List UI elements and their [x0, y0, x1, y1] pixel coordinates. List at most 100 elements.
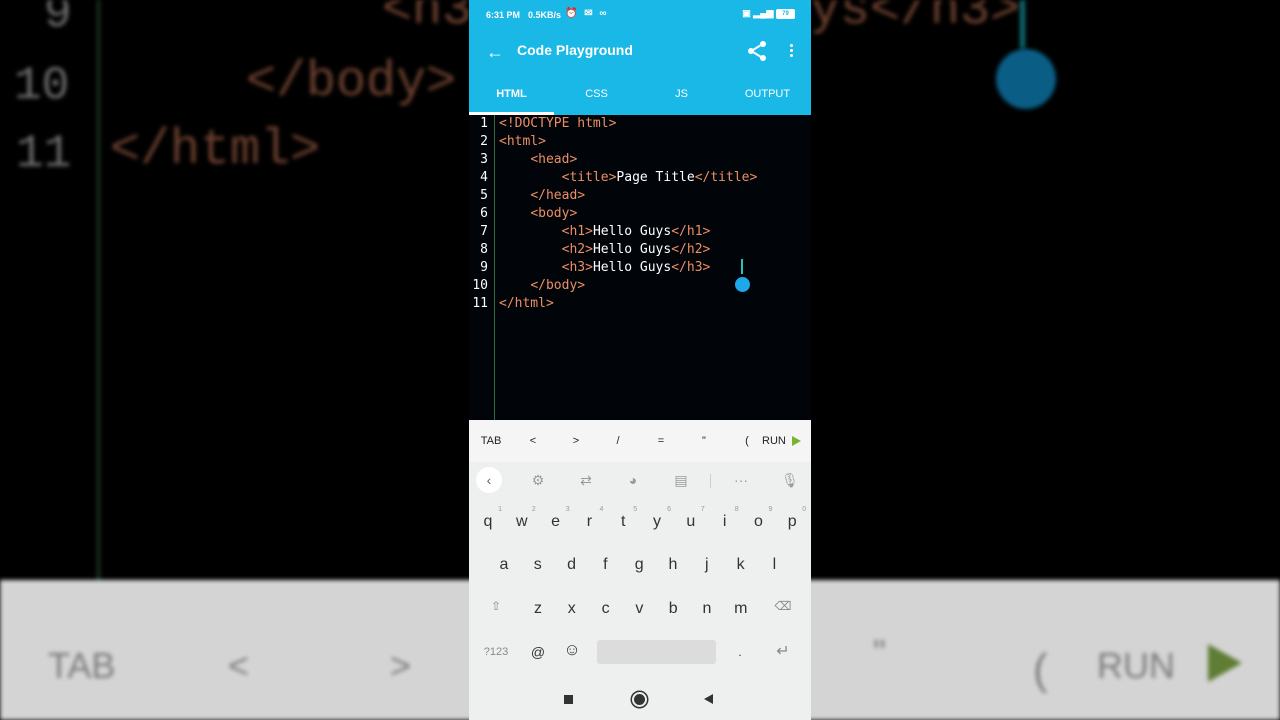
key-b[interactable]: b	[657, 589, 689, 629]
key-x[interactable]: x	[556, 589, 588, 629]
sim-icon: ▣	[742, 8, 751, 18]
back-button[interactable]: ←	[483, 40, 507, 64]
key-label: p	[787, 513, 797, 530]
key-hint: 8	[734, 506, 739, 513]
key-label: m	[734, 600, 748, 617]
less-than-key[interactable]: <	[523, 420, 543, 462]
key-hint: 1	[498, 506, 502, 513]
text-token: Hello Guys	[592, 242, 672, 257]
key-label: x	[567, 600, 576, 617]
key-m[interactable]: m	[725, 589, 757, 629]
tab-html[interactable]: HTML	[469, 74, 554, 115]
code-editor[interactable]: 1 <!DOCTYPE html> 2 <html> 3 <head> 4 <title>…	[469, 115, 811, 420]
slash-key[interactable]: /	[608, 420, 628, 462]
key-label: j	[705, 556, 709, 573]
text-token: Hello Guys	[592, 260, 672, 275]
key-q[interactable]: q1	[472, 502, 504, 542]
key-j[interactable]: j	[691, 545, 723, 585]
play-icon[interactable]	[792, 436, 801, 446]
greater-than-key[interactable]: >	[566, 420, 586, 462]
text-caret	[741, 259, 743, 274]
key-y[interactable]: y6	[641, 502, 673, 542]
quote-key[interactable]: "	[694, 420, 714, 462]
more-vert-icon-dot	[790, 49, 793, 52]
enter-key[interactable]: ↵	[767, 632, 799, 672]
at-key[interactable]: @	[522, 632, 554, 672]
key-s[interactable]: s	[522, 545, 554, 585]
key-c[interactable]: c	[590, 589, 622, 629]
tab-js[interactable]: JS	[639, 74, 724, 115]
home-button[interactable]	[632, 692, 647, 707]
key-label: o	[753, 513, 763, 530]
app-bar: ← Code Playground	[469, 30, 811, 74]
tab-output[interactable]: OUTPUT	[725, 74, 810, 115]
run-label: RUN	[762, 435, 786, 447]
shift-key[interactable]: ⇧	[480, 586, 512, 626]
key-u[interactable]: u7	[675, 502, 707, 542]
status-speed: 0.5KB/s	[528, 10, 562, 20]
key-k[interactable]: k	[725, 545, 757, 585]
more-horiz-icon[interactable]: ···	[730, 470, 752, 490]
line-number: 2	[480, 134, 488, 149]
html-tag-token: </h3>	[671, 260, 711, 275]
code-text: <h2>Hello Guys</h2>	[499, 241, 711, 259]
run-button[interactable]: RUN	[753, 420, 786, 462]
tab-css[interactable]: CSS	[554, 74, 639, 115]
equals-key[interactable]: =	[651, 420, 671, 462]
key-v[interactable]: v	[623, 589, 655, 629]
status-system-icons: ▣ ▂▄▆ 79	[742, 8, 795, 19]
key-label: a	[499, 556, 509, 573]
translate-icon[interactable]: ⇄	[575, 470, 597, 490]
key-n[interactable]: n	[691, 589, 723, 629]
symbol-bar: TAB < > / = " ( RUN	[469, 420, 811, 462]
key-w[interactable]: w2	[506, 502, 538, 542]
key-o[interactable]: o9	[742, 502, 774, 542]
key-label: h	[668, 556, 678, 573]
space-key[interactable]	[597, 640, 716, 664]
soft-keyboard: ‹ ⚙ ⇄ ◕ ▤ ··· 🎙 q1w2e3r4t5y6u7i8o9p0asdf…	[469, 462, 811, 678]
html-tag-token: <h2>	[561, 242, 593, 257]
period-key[interactable]: .	[724, 632, 756, 672]
html-tag-token: <h3>	[561, 260, 593, 275]
key-d[interactable]: d	[556, 545, 588, 585]
more-options-button[interactable]	[782, 39, 802, 63]
key-r[interactable]: r4	[573, 502, 605, 542]
backspace-key[interactable]: ⌫	[767, 586, 799, 626]
mic-off-icon[interactable]: 🎙	[779, 470, 801, 490]
back-nav-button[interactable]	[704, 694, 713, 704]
key-e[interactable]: e3	[540, 502, 572, 542]
key-z[interactable]: z	[522, 589, 554, 629]
key-p[interactable]: p0	[776, 502, 808, 542]
tab-label: CSS	[585, 88, 608, 100]
code-text: <html>	[499, 133, 546, 151]
key-hint: 7	[700, 506, 705, 513]
key-h[interactable]: h	[657, 545, 689, 585]
emoji-key[interactable]: ☺	[556, 630, 588, 670]
html-tag-token: <body>	[530, 206, 578, 221]
key-l[interactable]: l	[758, 545, 790, 585]
key-hint: 2	[531, 506, 536, 513]
caret-handle[interactable]	[735, 277, 750, 292]
tab-key[interactable]: TAB	[477, 420, 505, 462]
key-f[interactable]: f	[589, 545, 621, 585]
key-a[interactable]: a	[488, 545, 520, 585]
bg-symbol-key: "	[873, 632, 886, 673]
settings-icon[interactable]: ⚙	[527, 470, 549, 490]
share-button[interactable]	[745, 39, 769, 63]
bg-line-number: 11	[16, 128, 72, 180]
phone-screen: 6:31 PM 0.5KB/s ⏰ ✉ ∞ ▣ ▂▄▆ 79 ← Code Pl…	[469, 0, 811, 720]
code-text: <title>Page Title</title>	[499, 169, 758, 187]
code-text: </head>	[499, 187, 585, 205]
symbols-key[interactable]: ?123	[480, 632, 512, 672]
palette-icon[interactable]: ◕	[622, 470, 644, 490]
key-g[interactable]: g	[623, 545, 655, 585]
key-t[interactable]: t5	[607, 502, 639, 542]
tab-label: OUTPUT	[744, 88, 791, 100]
clipboard-icon[interactable]: ▤	[670, 470, 692, 490]
recents-button[interactable]	[564, 695, 573, 704]
key-i[interactable]: i8	[709, 502, 741, 542]
key-label: f	[603, 556, 608, 573]
